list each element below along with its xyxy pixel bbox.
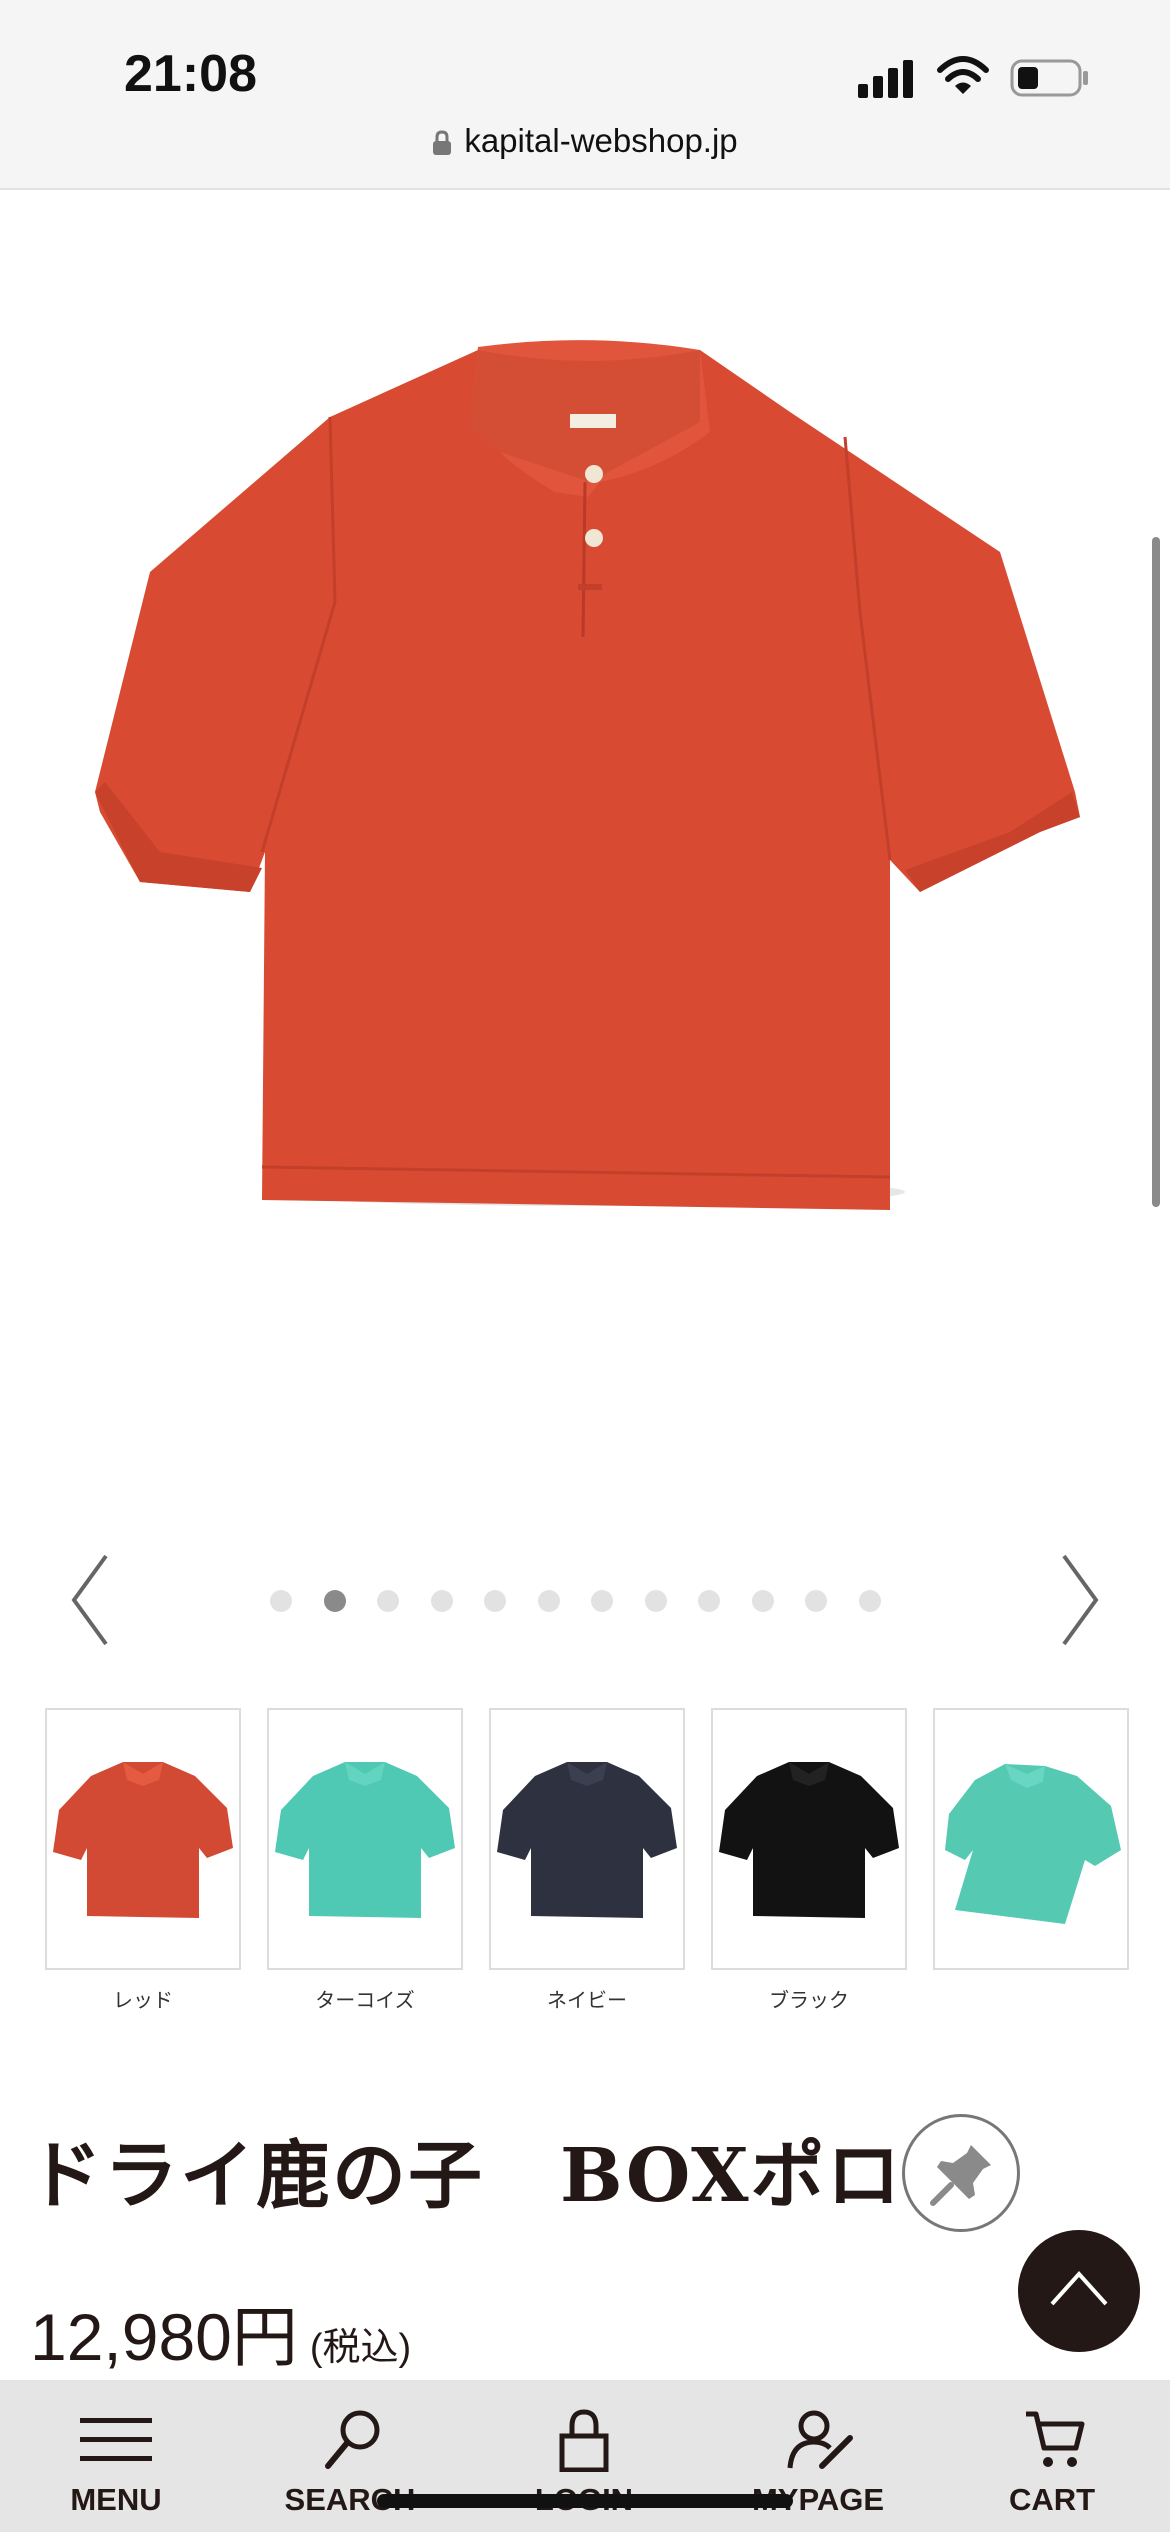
product-page: 21:08 kapital-webshop.jp レッド ターコイズ ネイビー … — [0, 0, 1170, 2532]
login-lock-icon — [559, 2409, 609, 2472]
wifi-icon — [937, 56, 989, 94]
product-title: ドライ鹿の子 BOXポロ — [28, 2133, 903, 2219]
polo-shirt-image — [95, 340, 1080, 1210]
color-thumb-red[interactable] — [45, 1708, 241, 1970]
url-text: kapital-webshop.jp — [464, 122, 738, 159]
color-thumb-black[interactable] — [711, 1708, 907, 1970]
carousel-dot[interactable] — [644, 1590, 667, 1612]
page-scrollbar[interactable] — [1152, 537, 1160, 1207]
color-label-navy: ネイビー — [547, 1988, 627, 2012]
carousel-dot[interactable] — [805, 1590, 827, 1612]
carousel-dot[interactable] — [484, 1590, 506, 1612]
battery-icon — [1010, 59, 1088, 97]
chevron-right-icon[interactable] — [1054, 1552, 1104, 1648]
product-image-carousel[interactable] — [0, 192, 1170, 1492]
search-icon — [325, 2410, 380, 2469]
product-price: 12,980円 (税込) — [30, 2284, 411, 2380]
carousel-dot[interactable] — [591, 1590, 613, 1612]
chevron-left-icon[interactable] — [66, 1552, 116, 1648]
nav-mypage[interactable]: MYPAGE — [718, 2380, 918, 2532]
color-thumb-navy[interactable] — [489, 1708, 685, 1970]
user-edit-icon — [787, 2410, 853, 2469]
home-indicator[interactable] — [377, 2494, 793, 2508]
color-label-turquoise: ターコイズ — [315, 1988, 415, 2012]
signal-icon — [858, 60, 913, 98]
carousel-dot[interactable] — [698, 1590, 720, 1612]
chevron-up-icon — [1050, 2271, 1108, 2306]
nav-menu[interactable]: MENU — [16, 2380, 216, 2532]
price-value: 12,980円 — [30, 2300, 298, 2374]
clock: 21:08 — [124, 45, 257, 103]
browser-status-bar: 21:08 kapital-webshop.jp — [0, 0, 1170, 190]
color-thumb-turquoise-alt[interactable] — [933, 1708, 1129, 1970]
carousel-dot[interactable] — [858, 1590, 881, 1612]
carousel-pagination[interactable] — [270, 1590, 910, 1614]
nav-menu-label: MENU — [70, 2482, 162, 2517]
carousel-dot[interactable] — [377, 1590, 399, 1612]
bottom-navigation: MENU SEARCH LOGIN MYPAGE — [0, 2380, 1170, 2532]
lock-icon — [433, 130, 452, 156]
pin-icon — [930, 2145, 991, 2206]
back-to-top-button[interactable] — [1018, 2230, 1140, 2352]
cart-icon — [1026, 2411, 1085, 2467]
favorite-pin-button[interactable] — [902, 2114, 1020, 2232]
nav-login[interactable]: LOGIN — [484, 2380, 684, 2532]
carousel-dot[interactable] — [430, 1590, 453, 1612]
color-label-black: ブラック — [769, 1988, 849, 2012]
carousel-dot[interactable] — [751, 1590, 774, 1612]
tax-note: (税込) — [309, 2327, 412, 2369]
nav-search[interactable]: SEARCH — [250, 2380, 450, 2532]
carousel-dot[interactable] — [270, 1590, 292, 1612]
address-bar[interactable]: kapital-webshop.jp — [0, 122, 1170, 160]
nav-cart[interactable]: CART — [952, 2380, 1152, 2532]
carousel-dot[interactable] — [323, 1590, 346, 1612]
color-thumb-turquoise[interactable] — [267, 1708, 463, 1970]
carousel-dot[interactable] — [537, 1590, 560, 1612]
color-label-red: レッド — [113, 1988, 173, 2012]
nav-cart-label: CART — [1008, 2482, 1096, 2517]
hamburger-menu-icon — [80, 2418, 152, 2461]
